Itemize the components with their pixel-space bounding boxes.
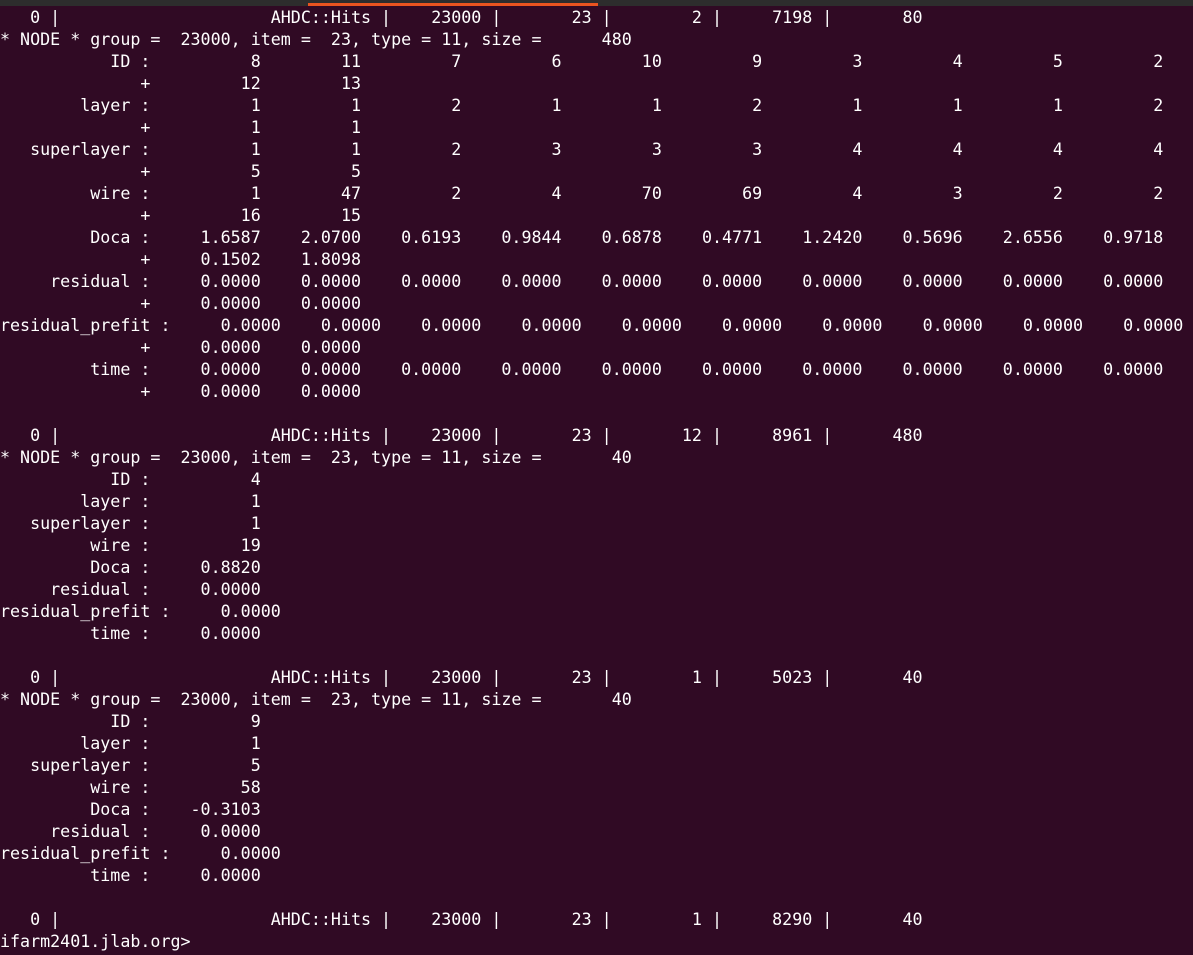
terminal-window[interactable]: 0 | AHDC::Hits | 23000 | 23 | 2 | 7198 |… xyxy=(0,0,1193,955)
terminal-output: 0 | AHDC::Hits | 23000 | 23 | 2 | 7198 |… xyxy=(0,7,1183,953)
shell-prompt-line[interactable]: ifarm2401.jlab.org> xyxy=(0,931,1183,953)
terminal-top-bar xyxy=(0,0,1193,6)
shell-prompt: ifarm2401.jlab.org> xyxy=(0,932,191,951)
active-tab-indicator xyxy=(308,3,598,6)
terminal-output-text: 0 | AHDC::Hits | 23000 | 23 | 2 | 7198 |… xyxy=(0,8,1184,929)
